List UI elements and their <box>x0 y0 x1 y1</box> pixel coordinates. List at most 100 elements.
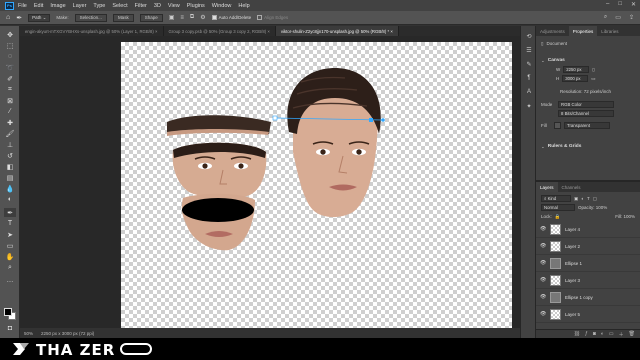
face-mouth-piece[interactable] <box>181 193 255 251</box>
menu-window[interactable]: Window <box>212 3 232 9</box>
pen-tool-icon[interactable]: ✒ <box>4 208 16 217</box>
fill-select[interactable]: Transparent <box>564 122 610 129</box>
layer-row[interactable]: 👁 Layer 5 <box>536 306 640 323</box>
new-layer-icon[interactable]: ＋ <box>619 331 624 338</box>
rulers-grids-head[interactable]: ⌄ Rulers & Grids <box>536 142 640 151</box>
checkbox-icon[interactable] <box>257 15 263 20</box>
kind-filter-select[interactable]: ⌕ Kind <box>541 195 571 202</box>
search-icon[interactable]: ⌕ <box>604 14 607 21</box>
app-icon[interactable]: Ps <box>5 1 14 10</box>
fx-icon[interactable]: ƒ <box>585 331 588 337</box>
brush-tool-icon[interactable]: 🖌 <box>4 129 16 138</box>
eye-icon[interactable]: 👁 <box>540 294 546 300</box>
make-shape-button[interactable]: Shape <box>139 13 163 22</box>
history-brush-icon[interactable]: ↺ <box>4 151 16 160</box>
tab-libraries[interactable]: Libraries <box>597 26 622 36</box>
foreground-color-swatch[interactable] <box>4 308 12 316</box>
minimize-icon[interactable]: – <box>606 1 609 8</box>
path-align-icon[interactable]: ≡ <box>180 15 184 21</box>
path-ops-icon[interactable]: ▣ <box>169 14 175 21</box>
layer-row[interactable]: 👁 Ellipse 1 copy <box>536 289 640 306</box>
history-panel-icon[interactable]: ⟲ <box>525 32 533 40</box>
layer-row[interactable]: 👁 Layer 3 <box>536 272 640 289</box>
properties-panel-icon[interactable]: ☰ <box>525 46 533 54</box>
menu-edit[interactable]: Edit <box>34 3 43 9</box>
zoom-tool-icon[interactable]: ⌕ <box>4 263 16 272</box>
eye-icon[interactable]: 👁 <box>540 277 546 283</box>
frame-tool-icon[interactable]: ⊠ <box>4 96 16 105</box>
eyedropper-tool-icon[interactable]: ⁄ <box>4 107 16 116</box>
filter-type-icon[interactable]: T <box>587 196 590 201</box>
menu-type[interactable]: Type <box>93 3 105 9</box>
menu-image[interactable]: Image <box>50 3 65 9</box>
fill-color-swatch[interactable] <box>554 122 561 129</box>
filter-adjust-icon[interactable]: ◐ <box>581 196 584 201</box>
healing-tool-icon[interactable]: ✚ <box>4 118 16 127</box>
tab-adjustments[interactable]: Adjustments <box>536 26 569 36</box>
shape-tool-icon[interactable]: ▭ <box>4 241 16 250</box>
document-canvas[interactable] <box>121 42 512 328</box>
link-icon[interactable]: ⛓ <box>574 331 580 337</box>
quick-mask-icon[interactable]: ◘ <box>4 324 16 333</box>
menu-3d[interactable]: 3D <box>154 3 161 9</box>
eraser-tool-icon[interactable]: ◧ <box>4 162 16 171</box>
face-strip-top[interactable] <box>167 115 271 136</box>
eye-icon[interactable]: 👁 <box>540 311 546 317</box>
eye-icon[interactable]: 👁 <box>540 243 546 249</box>
hand-tool-icon[interactable]: ✋ <box>4 252 16 261</box>
filter-pixel-icon[interactable]: ▣ <box>574 196 578 202</box>
brush-panel-icon[interactable]: ✎ <box>525 60 533 68</box>
opacity-field[interactable]: Opacity: 100% <box>578 205 607 210</box>
menu-file[interactable]: File <box>18 3 27 9</box>
mode-select[interactable]: RGB Color <box>558 101 614 108</box>
share-icon[interactable]: ⇪ <box>629 14 634 21</box>
tab-layers[interactable]: Layers <box>536 182 558 192</box>
orientation-icon[interactable]: ▯ <box>592 67 594 73</box>
move-tool-icon[interactable]: ✥ <box>4 30 16 39</box>
mask-icon[interactable]: ◙ <box>593 331 596 337</box>
pen-tool-icon[interactable]: ✒ <box>16 14 22 22</box>
paragraph-panel-icon[interactable]: ¶ <box>525 74 533 82</box>
character-panel-icon[interactable]: A <box>525 88 533 96</box>
adjustment-icon[interactable]: ◐ <box>601 331 604 337</box>
eye-icon[interactable]: 👁 <box>540 226 546 232</box>
maximize-icon[interactable]: □ <box>618 1 622 8</box>
type-tool-icon[interactable]: T <box>4 219 16 228</box>
gradient-tool-icon[interactable]: ▤ <box>4 173 16 182</box>
trash-icon[interactable]: 🗑 <box>629 331 635 337</box>
tab-viktor-shulin[interactable]: viktor-shulin-Z2yc8jjn170-unsplash.jpg @… <box>275 26 399 36</box>
settings-gear-icon[interactable]: ⚙ <box>200 14 205 21</box>
artboard-tool-icon[interactable]: ⬚ <box>4 41 16 50</box>
path-select-tool-icon[interactable]: ➤ <box>4 230 16 239</box>
tab-engin-akyurt[interactable]: engin-akyurt-mTXGVYBHXs-unsplash.jpg @ 5… <box>20 26 164 36</box>
menu-select[interactable]: Select <box>112 3 127 9</box>
crop-tool-icon[interactable]: ⌗ <box>4 85 16 94</box>
path-arrange-icon[interactable]: ⧉ <box>190 14 194 21</box>
menu-help[interactable]: Help <box>238 3 249 9</box>
face-full-portrait[interactable] <box>287 68 381 218</box>
make-mask-button[interactable]: Mask <box>112 13 134 22</box>
menu-view[interactable]: View <box>168 3 180 9</box>
dodge-tool-icon[interactable]: ◐ <box>4 195 16 204</box>
menu-plugins[interactable]: Plugins <box>187 3 205 9</box>
tab-channels[interactable]: Channels <box>558 182 585 192</box>
lock-icon[interactable]: 🔒 <box>555 214 561 220</box>
workspace-icon[interactable]: ▭ <box>615 14 621 21</box>
zoom-level[interactable]: 50% <box>24 331 33 336</box>
lasso-tool-icon[interactable]: ➰ <box>4 63 16 72</box>
glyphs-panel-icon[interactable]: ✦ <box>525 102 533 110</box>
tab-properties[interactable]: Properties <box>568 26 598 36</box>
landscape-icon[interactable]: ▭ <box>591 76 595 82</box>
blend-mode-select[interactable]: Normal <box>541 204 575 211</box>
quick-select-tool-icon[interactable]: ✐ <box>4 74 16 83</box>
eye-icon[interactable]: 👁 <box>540 260 546 266</box>
checkbox-icon[interactable] <box>211 15 217 20</box>
more-tools-icon[interactable]: … <box>4 276 16 285</box>
filter-shape-icon[interactable]: ▢ <box>593 196 597 202</box>
tool-mode-select[interactable]: Path ⌄ <box>28 13 51 22</box>
collapse-arrow-icon[interactable]: ⌄ <box>541 144 545 150</box>
collapse-arrow-icon[interactable]: ⌄ <box>541 58 545 64</box>
menu-filter[interactable]: Filter <box>135 3 147 9</box>
blur-tool-icon[interactable]: 💧 <box>4 184 16 193</box>
tab-group-3-copy[interactable]: Group 3 copy.psb @ 50% (Group 3 copy 2, … <box>164 26 276 36</box>
